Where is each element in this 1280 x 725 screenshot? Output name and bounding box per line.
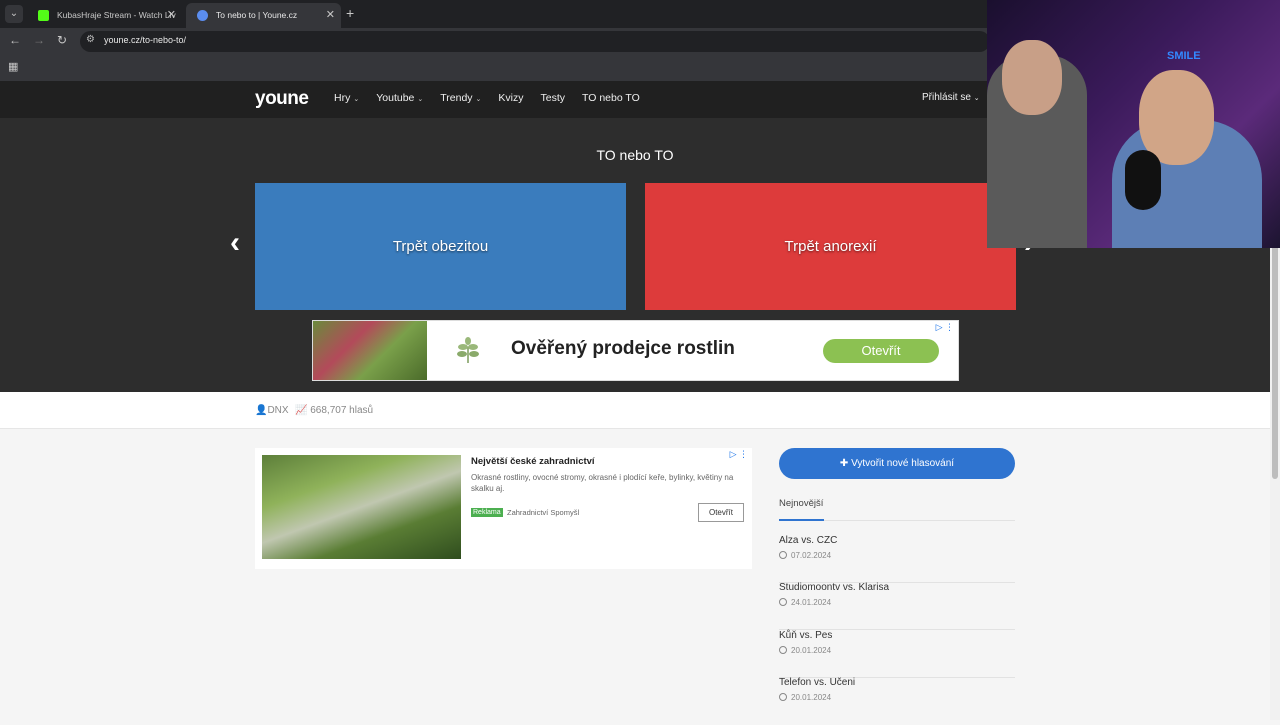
- ad-open-button[interactable]: Otevřít: [823, 339, 939, 363]
- prev-arrow-icon[interactable]: ‹: [230, 226, 240, 260]
- latest-date: 20.01.2024: [791, 646, 832, 655]
- ad-box-garden-image: [262, 455, 461, 559]
- chevron-down-icon: ⌄: [417, 96, 424, 103]
- user-icon: 👤: [255, 405, 268, 416]
- ad-badge: Reklama: [471, 508, 503, 517]
- latest-title[interactable]: Telefon vs. Učeni: [779, 677, 855, 688]
- neon-sign: SMILE: [1167, 50, 1201, 62]
- ad-box[interactable]: Největší české zahradnictví Okrasné rost…: [255, 448, 752, 569]
- tab-close-icon[interactable]: ✕: [326, 3, 335, 28]
- tab-title: To nebo to | Youne.cz: [216, 10, 298, 20]
- login-button[interactable]: Přihlásit se ⌄: [922, 92, 980, 103]
- nav-item-youtube[interactable]: Youtube ⌄: [376, 92, 423, 104]
- latest-item[interactable]: Studiomoontv vs. Klarisa 24.01.2024: [779, 582, 1015, 630]
- address-bar[interactable]: ⚙ youne.cz/to-nebo-to/: [80, 31, 990, 52]
- back-icon[interactable]: ←: [9, 33, 21, 47]
- ad-banner[interactable]: Ověřený prodejce rostlin Otevřít ▷ ⋮: [312, 320, 959, 381]
- streamer-left-head: [1002, 40, 1062, 115]
- plant-logo-icon: [457, 337, 479, 363]
- latest-date: 20.01.2024: [791, 693, 832, 702]
- divider-accent: [779, 519, 824, 521]
- chevron-down-icon: ⌄: [973, 95, 980, 102]
- youne-logo[interactable]: youne: [255, 88, 309, 110]
- ad-box-description: Okrasné rostliny, ovocné stromy, okrasné…: [471, 473, 734, 493]
- nav-item-kvizy[interactable]: Kvizy: [498, 92, 523, 104]
- chevron-down-icon: ⌄: [353, 96, 360, 103]
- votes-stat: 📈 668,707 hlasů: [295, 405, 373, 416]
- microphone: [1125, 150, 1161, 210]
- latest-date: 07.02.2024: [791, 551, 832, 560]
- adchoices-icon[interactable]: ▷ ⋮: [936, 322, 954, 333]
- nav-item-testy[interactable]: Testy: [541, 92, 566, 104]
- nav-label: Trendy: [440, 92, 473, 104]
- author-stat: 👤DNX: [255, 405, 289, 416]
- section-title-latest: Nejnovější: [779, 498, 824, 509]
- latest-date: 24.01.2024: [791, 598, 832, 607]
- chart-icon: 📈: [295, 405, 308, 416]
- latest-title[interactable]: Alza vs. CZC: [779, 535, 837, 546]
- clock-icon: [779, 646, 787, 654]
- youne-favicon-icon: [197, 10, 208, 21]
- nav-item-to-nebo-to[interactable]: TO nebo TO: [582, 92, 640, 104]
- main-nav: Hry ⌄ Youtube ⌄ Trendy ⌄ Kvizy Testy TO neb…: [334, 92, 657, 104]
- latest-item[interactable]: Kůň vs. Pes 20.01.2024: [779, 630, 1015, 678]
- ad-box-title[interactable]: Největší české zahradnictví: [471, 456, 595, 467]
- ad-garden-image: [313, 321, 427, 380]
- new-tab-icon[interactable]: +: [346, 5, 354, 21]
- nav-item-hry[interactable]: Hry ⌄: [334, 92, 359, 104]
- url-text: youne.cz/to-nebo-to/: [104, 35, 187, 45]
- create-poll-button[interactable]: ✚ Vytvořit nové hlasování: [779, 448, 1015, 479]
- nav-item-trendy[interactable]: Trendy ⌄: [440, 92, 481, 104]
- poll-stats-bar: 👤DNX 📈 668,707 hlasů: [0, 392, 1270, 429]
- votes-count: 668,707 hlasů: [310, 405, 374, 416]
- forward-icon[interactable]: →: [33, 33, 45, 47]
- nav-label: Youtube: [376, 92, 415, 104]
- ad-box-open-button[interactable]: Otevřít: [698, 503, 744, 522]
- author-name: DNX: [267, 405, 289, 416]
- latest-item[interactable]: Alza vs. CZC 07.02.2024: [779, 535, 1015, 583]
- clock-icon: [779, 551, 787, 559]
- site-info-icon[interactable]: ⚙: [86, 34, 95, 45]
- tab-close-icon[interactable]: ✕: [167, 3, 176, 28]
- option-a-button[interactable]: Trpět obezitou: [255, 183, 626, 310]
- latest-title[interactable]: Studiomoontv vs. Klarisa: [779, 582, 889, 593]
- nav-label: Hry: [334, 92, 351, 104]
- kick-favicon-icon: [38, 10, 49, 21]
- clock-icon: [779, 693, 787, 701]
- latest-title[interactable]: Kůň vs. Pes: [779, 630, 832, 641]
- browser-tab-youne[interactable]: To nebo to | Youne.cz ✕: [186, 3, 341, 28]
- latest-item[interactable]: Telefon vs. Učeni 20.01.2024: [779, 677, 1015, 725]
- clock-icon: [779, 598, 787, 606]
- login-label: Přihlásit se: [922, 92, 971, 103]
- apps-grid-icon[interactable]: ▦: [8, 60, 18, 73]
- option-b-button[interactable]: Trpět anorexií: [645, 183, 1016, 310]
- reload-icon[interactable]: ↻: [57, 33, 67, 47]
- ad-headline: Ověřený prodejce rostlin: [511, 338, 735, 359]
- tab-title: KubasHraje Stream - Watch Liv: [57, 10, 176, 20]
- tab-search-icon[interactable]: ⌄: [5, 5, 23, 23]
- chevron-down-icon: ⌄: [475, 96, 482, 103]
- webcam-overlay: SMILE: [987, 0, 1280, 248]
- adchoices-icon[interactable]: ▷ ⋮: [730, 449, 748, 460]
- browser-tab-kick[interactable]: KubasHraje Stream - Watch Liv ✕: [27, 3, 182, 28]
- ad-advertiser: Zahradnictví Spomyšl: [507, 508, 580, 517]
